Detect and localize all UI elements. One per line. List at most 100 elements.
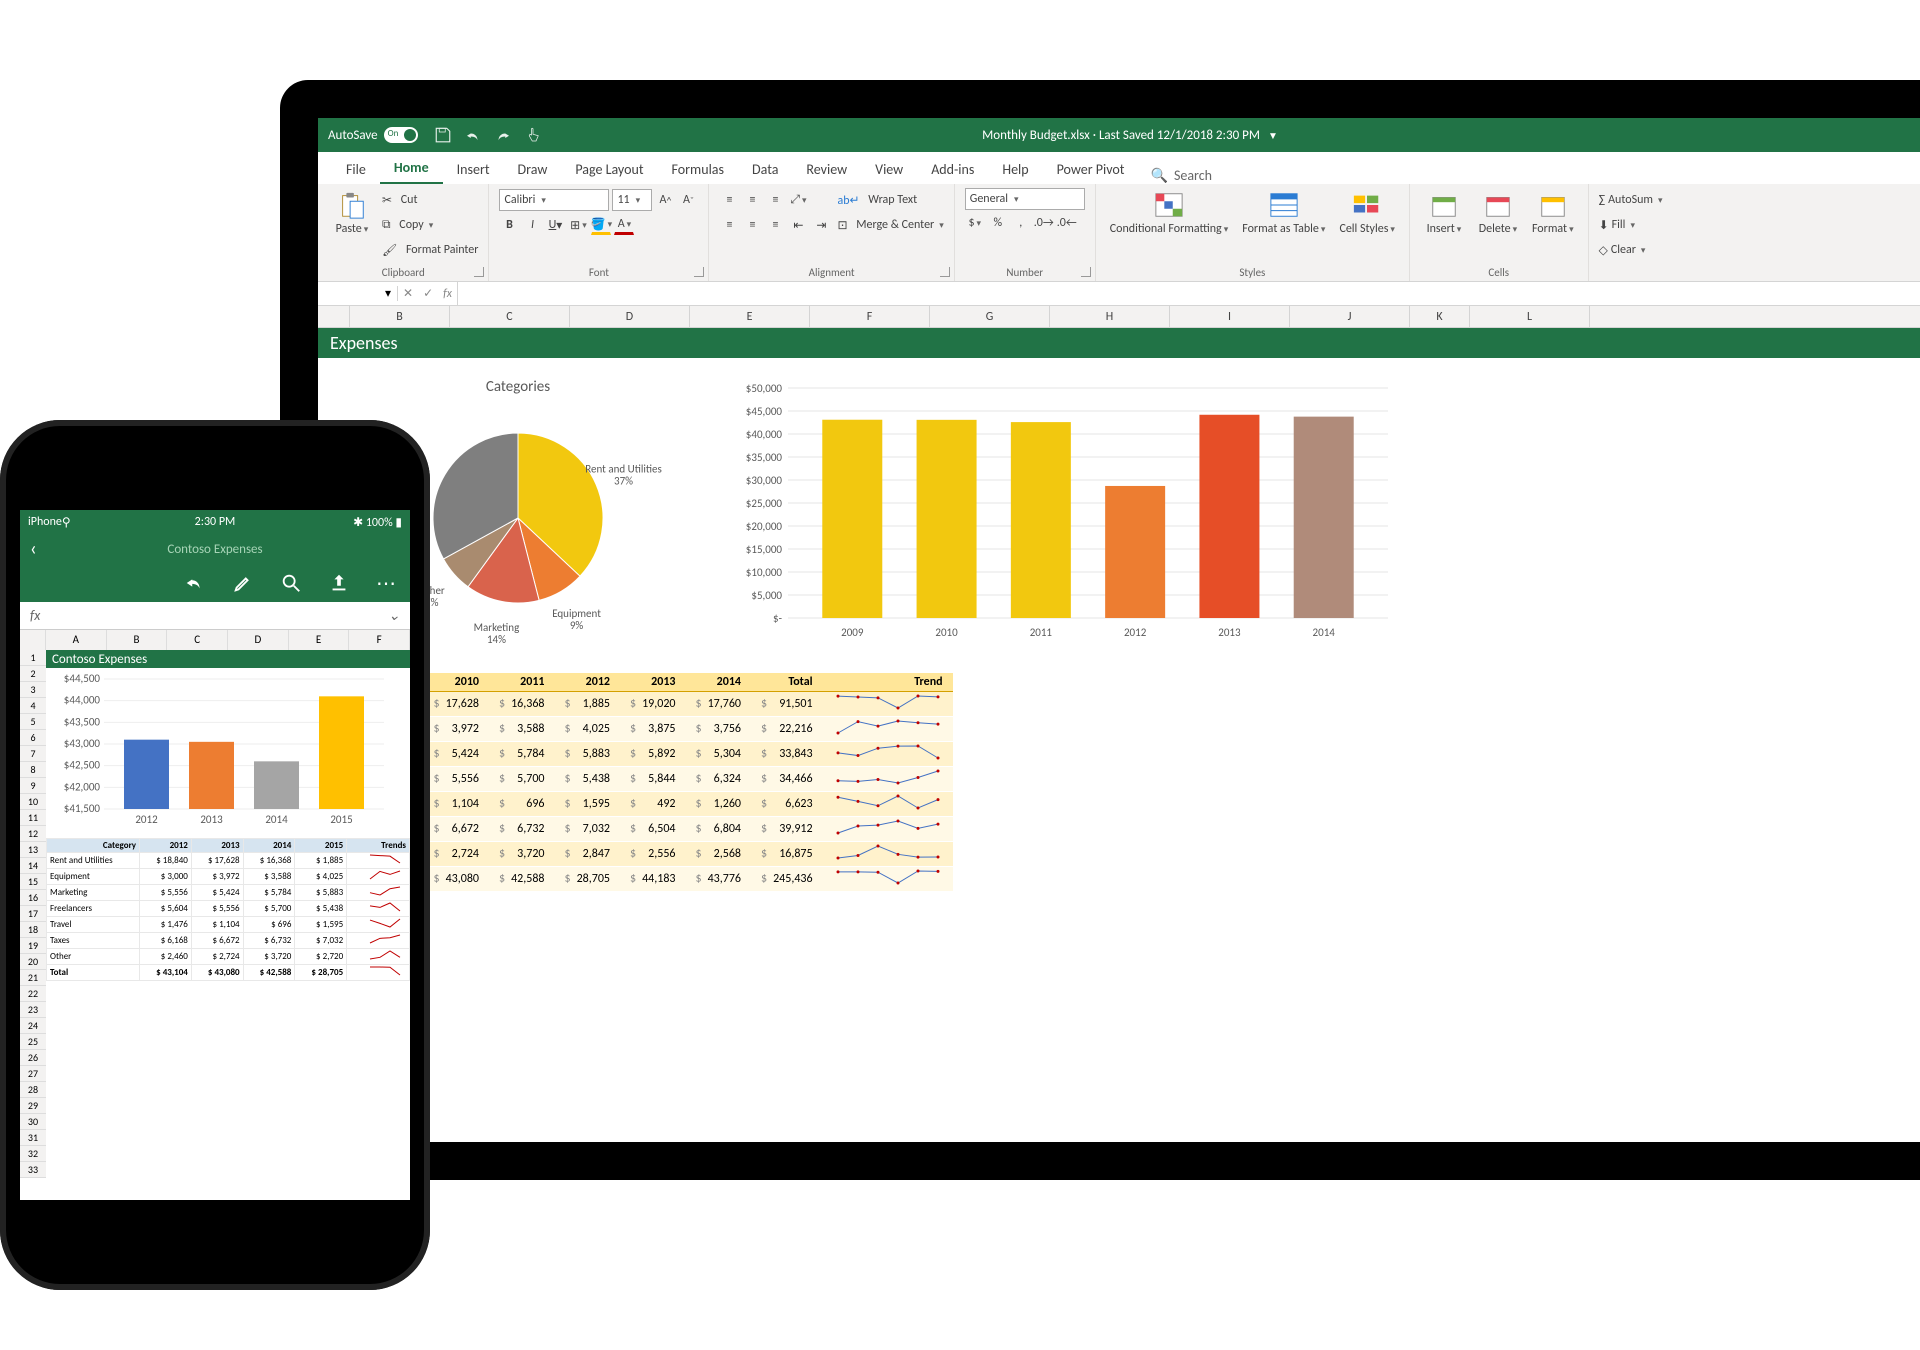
- tab-add-ins[interactable]: Add-ins: [917, 155, 988, 184]
- col-header[interactable]: E: [690, 306, 810, 327]
- tab-draw[interactable]: Draw: [504, 155, 562, 184]
- svg-text:2013: 2013: [1218, 626, 1241, 639]
- tab-formulas[interactable]: Formulas: [658, 155, 738, 184]
- increase-decimal-button[interactable]: .0→: [1034, 213, 1054, 233]
- italic-button[interactable]: I: [522, 215, 542, 235]
- cut-button[interactable]: ✂ Cut: [382, 188, 478, 212]
- percent-format-button[interactable]: %: [988, 213, 1008, 233]
- cancel-icon[interactable]: ✕: [403, 286, 413, 301]
- dialog-launcher-icon[interactable]: [940, 267, 950, 277]
- tell-me-search[interactable]: 🔍 Search: [1151, 167, 1213, 184]
- format-as-table-button[interactable]: Format as Table: [1238, 188, 1329, 238]
- accounting-format-button[interactable]: $: [965, 213, 985, 233]
- font-color-button[interactable]: A: [614, 215, 634, 235]
- tab-review[interactable]: Review: [792, 155, 861, 184]
- insert-cells-button[interactable]: Insert: [1420, 188, 1468, 238]
- name-box[interactable]: ▾: [318, 286, 398, 301]
- undo-icon[interactable]: [464, 126, 482, 144]
- save-icon[interactable]: [434, 126, 452, 144]
- bar-chart[interactable]: $-$5,000$10,000$15,000$20,000$25,000$30,…: [728, 378, 1408, 663]
- dialog-launcher-icon[interactable]: [1081, 267, 1091, 277]
- cell-styles-button[interactable]: Cell Styles: [1335, 188, 1399, 238]
- align-middle-button[interactable]: ≡: [742, 190, 762, 210]
- decrease-indent-button[interactable]: ⇤: [788, 215, 808, 235]
- col-header[interactable]: L: [1470, 306, 1590, 327]
- touch-mode-icon[interactable]: [524, 126, 542, 144]
- format-cells-button[interactable]: Format: [1528, 188, 1578, 238]
- font-name-select[interactable]: Calibri: [499, 189, 609, 211]
- fx-icon[interactable]: fx: [443, 287, 452, 301]
- dialog-launcher-icon[interactable]: [474, 267, 484, 277]
- align-bottom-button[interactable]: ≡: [765, 190, 785, 210]
- mobile-worksheet[interactable]: Contoso Expenses $41,500$42,000$42,500$4…: [46, 650, 410, 1178]
- tab-page-layout[interactable]: Page Layout: [561, 155, 657, 184]
- wrap-text-button[interactable]: ab↵ Wrap Text: [837, 188, 943, 212]
- share-icon[interactable]: [328, 572, 350, 594]
- worksheet[interactable]: Expenses Categories Rent and Utilities37…: [318, 328, 1920, 892]
- conditional-formatting-icon: [1154, 190, 1184, 220]
- col-header[interactable]: K: [1410, 306, 1470, 327]
- col-header[interactable]: F: [810, 306, 930, 327]
- svg-text:$41,500: $41,500: [64, 802, 101, 815]
- format-painter-button[interactable]: 🖌 Format Painter: [382, 238, 478, 262]
- autosum-button[interactable]: ∑ AutoSum: [1599, 188, 1663, 212]
- tab-insert[interactable]: Insert: [443, 155, 504, 184]
- number-format-select[interactable]: General: [965, 188, 1085, 210]
- redo-icon[interactable]: [494, 126, 512, 144]
- paste-button[interactable]: Paste: [328, 188, 376, 238]
- tab-help[interactable]: Help: [988, 155, 1042, 184]
- underline-button[interactable]: U ▾: [545, 215, 565, 235]
- back-button[interactable]: ‹: [30, 537, 37, 561]
- autosave-toggle[interactable]: AutoSave: [318, 127, 428, 143]
- svg-text:Marketing14%: Marketing14%: [474, 621, 520, 646]
- tab-file[interactable]: File: [332, 155, 380, 184]
- mobile-row-headers: 1234567891011121314151617181920212223242…: [20, 650, 46, 1178]
- clear-button[interactable]: ◇ Clear: [1599, 238, 1646, 262]
- tab-home[interactable]: Home: [380, 153, 443, 184]
- tab-power-pivot[interactable]: Power Pivot: [1043, 155, 1139, 184]
- align-left-button[interactable]: ≡: [719, 215, 739, 235]
- conditional-formatting-button[interactable]: Conditional Formatting: [1106, 188, 1232, 238]
- increase-indent-button[interactable]: ⇥: [811, 215, 831, 235]
- orientation-button[interactable]: ⤢: [788, 190, 808, 210]
- border-button[interactable]: ⊞: [568, 215, 588, 235]
- comma-format-button[interactable]: ,: [1011, 213, 1031, 233]
- col-header[interactable]: J: [1290, 306, 1410, 327]
- document-title[interactable]: Monthly Budget.xlsx · Last Saved 12/1/20…: [982, 128, 1278, 143]
- mobile-bar-chart[interactable]: $41,500$42,000$42,500$43,000$43,500$44,0…: [46, 668, 410, 838]
- col-header[interactable]: C: [450, 306, 570, 327]
- col-header[interactable]: D: [570, 306, 690, 327]
- shrink-font-button[interactable]: Aˇ: [678, 190, 698, 210]
- dialog-launcher-icon[interactable]: [694, 267, 704, 277]
- align-center-button[interactable]: ≡: [742, 215, 762, 235]
- merge-center-button[interactable]: ⊡ Merge & Center: [837, 213, 943, 237]
- delete-icon: [1483, 190, 1513, 220]
- undo-icon[interactable]: [184, 572, 206, 594]
- grow-font-button[interactable]: A^: [655, 190, 675, 210]
- col-header[interactable]: G: [930, 306, 1050, 327]
- col-header[interactable]: H: [1050, 306, 1170, 327]
- delete-cells-button[interactable]: Delete: [1474, 188, 1522, 238]
- copy-button[interactable]: ⧉ Copy: [382, 213, 478, 237]
- align-top-button[interactable]: ≡: [719, 190, 739, 210]
- search-icon[interactable]: [280, 572, 302, 594]
- confirm-icon[interactable]: ✓: [423, 286, 433, 301]
- more-button[interactable]: ⋯: [376, 571, 396, 596]
- col-header[interactable]: B: [350, 306, 450, 327]
- tab-data[interactable]: Data: [738, 155, 792, 184]
- fill-button[interactable]: ⬇ Fill: [1599, 213, 1635, 237]
- decrease-decimal-button[interactable]: .0←: [1057, 213, 1077, 233]
- align-right-button[interactable]: ≡: [765, 215, 785, 235]
- fill-color-button[interactable]: 🪣: [591, 215, 611, 235]
- draw-icon[interactable]: [232, 572, 254, 594]
- font-size-select[interactable]: 11: [612, 189, 652, 211]
- mobile-formula-bar[interactable]: fx⌄: [20, 602, 410, 630]
- mobile-doc-title: Contoso Expenses: [167, 542, 262, 557]
- tab-view[interactable]: View: [861, 155, 917, 184]
- svg-text:2011: 2011: [1030, 626, 1053, 639]
- bold-button[interactable]: B: [499, 215, 519, 235]
- mobile-expenses-table[interactable]: Category2012201320142015TrendsRent and U…: [46, 838, 410, 981]
- expenses-table[interactable]: 200920102011201220132014TotalTrend18,840…: [358, 673, 953, 892]
- svg-text:$50,000: $50,000: [746, 382, 783, 395]
- col-header[interactable]: I: [1170, 306, 1290, 327]
